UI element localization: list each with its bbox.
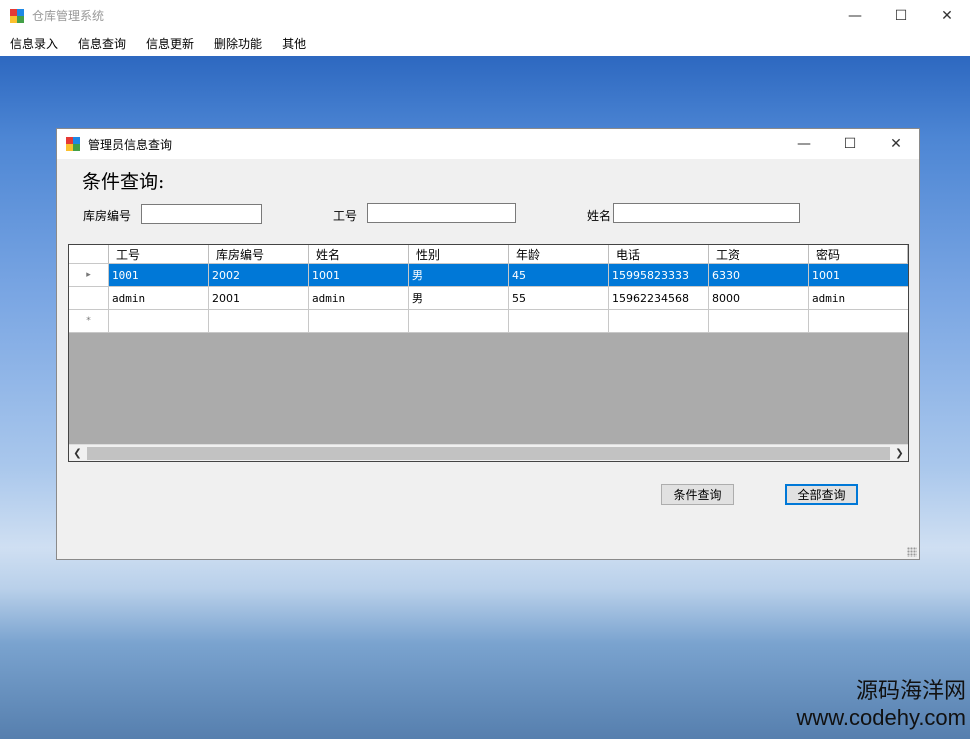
menubar: 信息录入 信息查询 信息更新 删除功能 其他 — [0, 31, 970, 56]
table-row[interactable]: admin 2001 admin 男 55 15962234568 8000 a… — [69, 287, 908, 310]
table-cell[interactable]: 6330 — [709, 264, 809, 287]
menu-info-entry[interactable]: 信息录入 — [4, 35, 68, 52]
name-label: 姓名 — [587, 209, 612, 223]
maximize-button[interactable]: ☐ — [878, 0, 924, 31]
scroll-right-icon[interactable]: ❯ — [891, 445, 908, 462]
conditional-query-button[interactable]: 条件查询 — [661, 484, 734, 505]
minimize-button[interactable]: — — [832, 0, 878, 31]
close-button[interactable]: ✕ — [924, 0, 970, 31]
condition-query-heading: 条件查询: — [82, 171, 165, 193]
scroll-left-icon[interactable]: ❮ — [69, 445, 86, 462]
row-selector[interactable]: ▸ — [69, 264, 109, 287]
table-cell[interactable] — [709, 310, 809, 333]
table-cell[interactable]: admin — [809, 287, 908, 310]
table-cell[interactable]: 45 — [509, 264, 609, 287]
query-all-button[interactable]: 全部查询 — [785, 484, 858, 505]
child-maximize-button[interactable]: ☐ — [827, 129, 873, 159]
horizontal-scrollbar[interactable]: ❮ ❯ — [69, 444, 908, 461]
child-minimize-button[interactable]: — — [781, 129, 827, 159]
menu-delete[interactable]: 删除功能 — [208, 35, 272, 52]
site-watermark: 源码海洋网 www.codehy.com — [796, 673, 966, 731]
menu-info-query[interactable]: 信息查询 — [72, 35, 136, 52]
name-input[interactable] — [613, 203, 800, 223]
table-cell[interactable]: 15995823333 — [609, 264, 709, 287]
table-row-new[interactable]: * — [69, 310, 908, 333]
window-title: 仓库管理系统 — [32, 9, 105, 23]
table-cell[interactable]: 8000 — [709, 287, 809, 310]
grid-header: 工号 库房编号 姓名 性别 年龄 电话 工资 密码 — [69, 245, 908, 264]
table-cell[interactable] — [409, 310, 509, 333]
table-cell[interactable] — [309, 310, 409, 333]
menu-info-update[interactable]: 信息更新 — [140, 35, 204, 52]
column-header-job-number[interactable]: 工号 — [109, 245, 209, 264]
menu-other[interactable]: 其他 — [276, 35, 316, 52]
table-cell[interactable]: 15962234568 — [609, 287, 709, 310]
admin-query-window: 管理员信息查询 — ☐ ✕ 条件查询: 库房编号 工号 姓名 工号 库房编号 姓… — [56, 128, 920, 560]
table-cell[interactable]: 1001 — [809, 264, 908, 287]
admin-data-grid[interactable]: 工号 库房编号 姓名 性别 年龄 电话 工资 密码 ▸ 1001 2002 10… — [68, 244, 909, 462]
table-cell[interactable]: admin — [109, 287, 209, 310]
watermark-line1: 源码海洋网 — [855, 679, 966, 704]
table-cell[interactable] — [109, 310, 209, 333]
child-titlebar: 管理员信息查询 — ☐ ✕ — [57, 129, 919, 159]
column-header-salary[interactable]: 工资 — [709, 245, 809, 264]
table-cell[interactable] — [509, 310, 609, 333]
table-cell[interactable] — [809, 310, 908, 333]
row-selector[interactable] — [69, 287, 109, 310]
table-cell[interactable] — [609, 310, 709, 333]
table-cell[interactable]: admin — [309, 287, 409, 310]
app-icon — [10, 8, 24, 23]
table-cell[interactable]: 男 — [409, 264, 509, 287]
child-app-icon — [66, 137, 80, 151]
column-header-password[interactable]: 密码 — [809, 245, 908, 264]
job-number-input[interactable] — [367, 203, 516, 223]
job-number-label: 工号 — [333, 209, 358, 223]
table-cell[interactable]: 1001 — [109, 264, 209, 287]
warehouse-id-label: 库房编号 — [83, 209, 132, 223]
row-header-corner — [69, 245, 109, 264]
table-cell[interactable]: 55 — [509, 287, 609, 310]
column-header-gender[interactable]: 性别 — [409, 245, 509, 264]
new-row-marker[interactable]: * — [69, 310, 109, 333]
warehouse-id-input[interactable] — [141, 204, 262, 224]
table-cell[interactable]: 1001 — [309, 264, 409, 287]
column-header-name[interactable]: 姓名 — [309, 245, 409, 264]
watermark-line2: www.codehy.com — [796, 705, 966, 730]
table-row[interactable]: ▸ 1001 2002 1001 男 45 15995823333 6330 1… — [69, 264, 908, 287]
column-header-age[interactable]: 年龄 — [509, 245, 609, 264]
column-header-warehouse-id[interactable]: 库房编号 — [209, 245, 309, 264]
child-close-button[interactable]: ✕ — [873, 129, 919, 159]
table-cell[interactable]: 2002 — [209, 264, 309, 287]
table-cell[interactable] — [209, 310, 309, 333]
table-cell[interactable]: 2001 — [209, 287, 309, 310]
main-titlebar: 仓库管理系统 — ☐ ✕ — [0, 0, 970, 31]
child-window-title: 管理员信息查询 — [88, 137, 173, 152]
resize-grip-icon[interactable] — [907, 547, 917, 557]
scroll-thumb[interactable] — [87, 446, 890, 460]
column-header-phone[interactable]: 电话 — [609, 245, 709, 264]
table-cell[interactable]: 男 — [409, 287, 509, 310]
